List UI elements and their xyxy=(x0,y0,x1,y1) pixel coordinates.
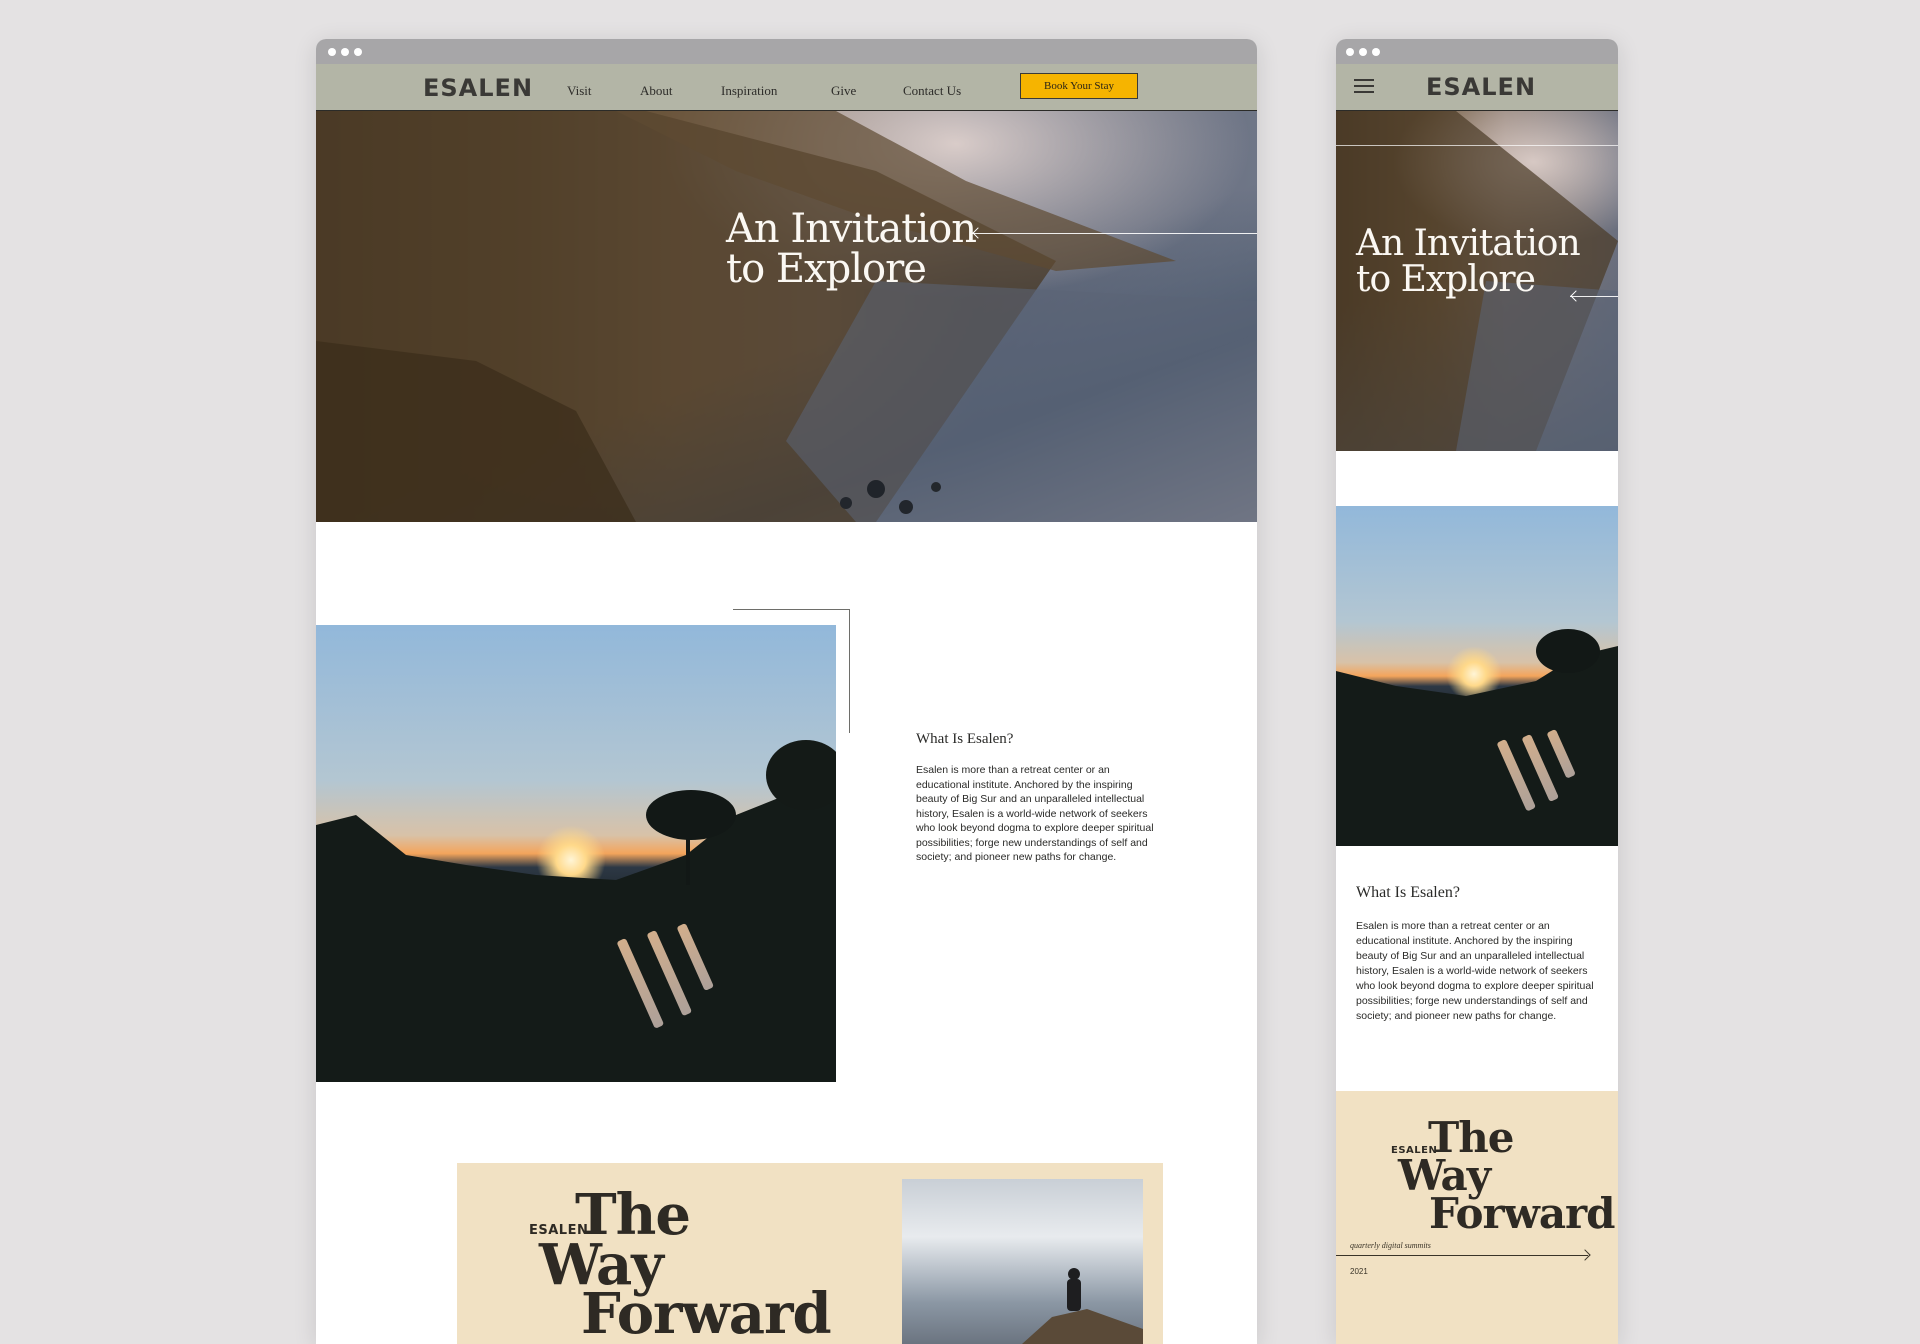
nav-item-inspiration[interactable]: Inspiration xyxy=(721,83,777,99)
hero-title-line-1: An Invitation xyxy=(1356,223,1581,264)
nav-item-give[interactable]: Give xyxy=(831,83,856,99)
about-heading: What Is Esalen? xyxy=(1356,884,1460,901)
nav-item-about[interactable]: About xyxy=(640,83,673,99)
hero-title-line-2: to Explore xyxy=(726,246,927,292)
hero-title: An Invitation to Explore xyxy=(726,209,977,292)
garden-silhouette xyxy=(316,740,836,1082)
nav-item-contact-us[interactable]: Contact Us xyxy=(903,83,961,99)
mobile-site-header: ESALEN xyxy=(1336,64,1618,111)
about-body: Esalen is more than a retreat center or … xyxy=(916,764,1154,863)
browser-chrome xyxy=(1336,39,1618,64)
browser-chrome xyxy=(316,39,1257,64)
site-logo[interactable]: ESALEN xyxy=(1426,73,1536,101)
window-dot-icon[interactable] xyxy=(1346,48,1354,56)
mobile-browser-window: ESALEN An Invitation to Explore What Is … xyxy=(1336,39,1618,1344)
way-forward-title-forward: Forward xyxy=(581,1281,832,1344)
arrow-right-icon[interactable] xyxy=(1336,1255,1588,1256)
way-forward-promo[interactable]: ESALEN The Way Forward xyxy=(457,1163,1163,1344)
book-your-stay-button[interactable]: Book Your Stay xyxy=(1020,73,1138,99)
hero-banner: An Invitation to Explore xyxy=(316,111,1257,522)
about-body: Esalen is more than a retreat center or … xyxy=(1356,920,1594,1022)
garden-silhouette xyxy=(1336,629,1618,846)
coastline-illustration xyxy=(316,111,1257,522)
nav-item-visit[interactable]: Visit xyxy=(567,83,592,99)
frame-line-top xyxy=(733,609,850,610)
way-forward-year: 2021 xyxy=(1350,1267,1368,1276)
window-dot-icon[interactable] xyxy=(341,48,349,56)
window-dot-icon[interactable] xyxy=(1372,48,1380,56)
way-forward-title-forward: Forward xyxy=(1429,1189,1616,1238)
hero-banner: An Invitation to Explore xyxy=(1336,111,1618,451)
frame-line-side xyxy=(849,609,850,733)
about-heading: What Is Esalen? xyxy=(916,731,1014,747)
menu-icon[interactable] xyxy=(1336,64,1386,110)
sunset-garden-photo xyxy=(316,625,836,1082)
way-forward-subtitle: quarterly digital summits xyxy=(1350,1241,1431,1250)
hiker-silhouette xyxy=(1022,1268,1143,1344)
way-forward-promo[interactable]: ESALEN The Way Forward quarterly digital… xyxy=(1336,1091,1618,1344)
site-header: ESALEN Visit About Inspiration Give Cont… xyxy=(316,64,1257,111)
arrow-left-icon[interactable] xyxy=(972,233,1257,234)
site-logo[interactable]: ESALEN xyxy=(423,74,533,102)
window-dot-icon[interactable] xyxy=(328,48,336,56)
arrow-head-icon xyxy=(1579,1249,1591,1261)
coastal-hiker-photo xyxy=(902,1179,1143,1344)
window-dot-icon[interactable] xyxy=(354,48,362,56)
desktop-browser-window: ESALEN Visit About Inspiration Give Cont… xyxy=(316,39,1257,1344)
window-dot-icon[interactable] xyxy=(1359,48,1367,56)
hero-title-line-2: to Explore xyxy=(1356,259,1536,300)
sunset-garden-photo xyxy=(1336,506,1618,846)
hero-title: An Invitation to Explore xyxy=(1356,223,1581,300)
